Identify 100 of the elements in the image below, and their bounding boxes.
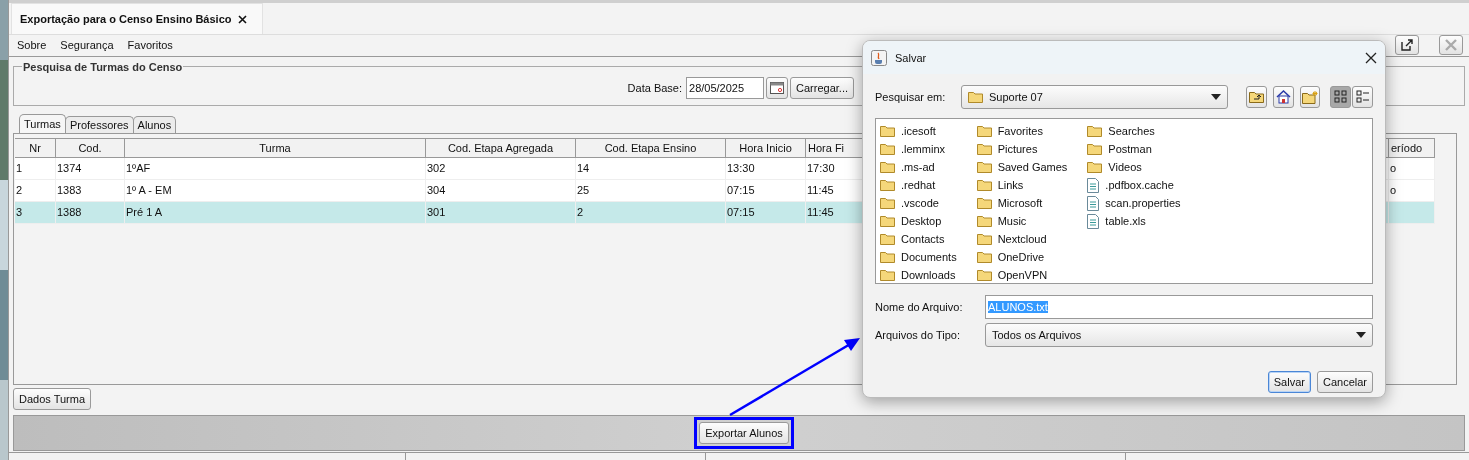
column-header[interactable]: Hora Inicio bbox=[726, 138, 806, 158]
file-list-item[interactable]: Nextcloud bbox=[997, 233, 1047, 245]
file-list-item[interactable]: Documents bbox=[901, 251, 957, 263]
table-cell: 1383 bbox=[57, 184, 82, 197]
file-list-item[interactable]: Saved Games bbox=[997, 161, 1068, 173]
file-list-item[interactable]: .icesoft bbox=[901, 125, 936, 137]
new-folder-button[interactable] bbox=[1299, 86, 1321, 108]
date-label: Data Base: bbox=[627, 82, 683, 94]
column-header[interactable]: Cod. bbox=[56, 138, 125, 158]
column-header[interactable]: Cod. Etapa Ensino bbox=[576, 138, 726, 158]
details-button[interactable]: Dados Turma bbox=[13, 387, 92, 410]
column-header[interactable]: eríodo bbox=[1389, 138, 1435, 158]
table-cell: Pré 1 A bbox=[126, 206, 163, 219]
folder-icon bbox=[880, 251, 895, 263]
table-cell: 2 bbox=[16, 184, 23, 197]
file-list-item[interactable]: Searches bbox=[1108, 125, 1155, 137]
folder-icon bbox=[1087, 161, 1103, 173]
document-tab[interactable]: Exportação para o Censo Ensino Básico bbox=[11, 3, 263, 34]
table-cell: 301 bbox=[427, 206, 446, 219]
tab[interactable]: Professores bbox=[64, 116, 134, 133]
file-type-label: Arquivos do Tipo: bbox=[875, 329, 961, 341]
column-header[interactable]: Nr bbox=[15, 138, 56, 158]
new-folder-icon bbox=[1302, 90, 1319, 104]
file-list-item[interactable]: Favorites bbox=[997, 125, 1043, 137]
file-list-item[interactable]: Pictures bbox=[997, 143, 1038, 155]
file-list-item[interactable]: Postman bbox=[1108, 143, 1152, 155]
file-list-item[interactable]: .redhat bbox=[901, 179, 936, 191]
file-list-item[interactable]: table.xls bbox=[1105, 215, 1146, 227]
grid-icon bbox=[1333, 90, 1348, 104]
file-list-item[interactable]: .ms-ad bbox=[901, 161, 935, 173]
detach-button[interactable] bbox=[1395, 35, 1419, 56]
folder-icon bbox=[880, 269, 895, 281]
up-folder-button[interactable] bbox=[1246, 86, 1267, 108]
table-cell: 25 bbox=[577, 184, 590, 197]
table-cell: 1374 bbox=[57, 162, 82, 175]
tab[interactable]: Alunos bbox=[132, 116, 177, 133]
dialog-button[interactable]: Cancelar bbox=[1316, 371, 1373, 393]
file-list-item[interactable]: Videos bbox=[1108, 161, 1142, 173]
calendar-button[interactable] bbox=[766, 77, 789, 99]
home-button[interactable] bbox=[1272, 86, 1294, 108]
file-icon bbox=[1087, 177, 1100, 193]
look-in-dropdown[interactable]: Suporte 07 bbox=[961, 85, 1229, 109]
table-cell: 1 bbox=[16, 162, 23, 175]
list-icon bbox=[1355, 90, 1370, 104]
table-cell: o bbox=[1390, 184, 1397, 197]
file-list-item[interactable]: OpenVPN bbox=[997, 269, 1048, 281]
table-cell: 304 bbox=[427, 184, 446, 197]
menu-item[interactable]: Favoritos bbox=[127, 39, 173, 52]
column-header[interactable]: Cod. Etapa Agregada bbox=[426, 138, 576, 158]
file-list-item[interactable]: Downloads bbox=[901, 269, 956, 281]
details-view-button[interactable] bbox=[1352, 86, 1374, 108]
file-list-item[interactable]: Desktop bbox=[901, 215, 942, 227]
dialog-title: Salvar bbox=[895, 51, 928, 64]
close-button[interactable] bbox=[1439, 35, 1463, 56]
external-window-icon bbox=[1401, 39, 1413, 52]
folder-icon bbox=[880, 233, 895, 245]
export-button[interactable]: Exportar Alunos bbox=[699, 421, 789, 444]
menu-item[interactable]: Sobre bbox=[17, 39, 47, 52]
dialog-button[interactable]: Salvar bbox=[1267, 371, 1311, 393]
folder-icon bbox=[976, 251, 992, 263]
folder-icon bbox=[880, 161, 895, 173]
close-icon bbox=[1445, 39, 1457, 52]
folder-icon bbox=[880, 143, 895, 155]
table-cell: 1º A - EM bbox=[126, 184, 172, 197]
folder-icon bbox=[976, 233, 992, 245]
file-type-dropdown[interactable]: Todos os Arquivos bbox=[985, 323, 1373, 347]
table-cell: 2 bbox=[577, 206, 584, 219]
table-cell: 1ºAF bbox=[126, 162, 151, 175]
file-list-item[interactable]: OneDrive bbox=[997, 251, 1045, 263]
file-name-label: Nome do Arquivo: bbox=[875, 301, 964, 313]
table-cell: 11:45 bbox=[807, 184, 834, 197]
table-cell: 17:30 bbox=[807, 162, 835, 175]
load-button[interactable]: Carregar... bbox=[790, 77, 854, 99]
tab[interactable]: Turmas bbox=[19, 114, 66, 133]
file-list-item[interactable]: Music bbox=[997, 215, 1027, 227]
file-list-item[interactable]: .lemminx bbox=[901, 143, 945, 155]
folder-icon bbox=[976, 143, 992, 155]
folder-icon bbox=[976, 215, 992, 227]
folder-icon bbox=[880, 215, 895, 227]
file-list-item[interactable]: Links bbox=[997, 179, 1024, 191]
panel-title: Pesquisa de Turmas do Censo bbox=[22, 60, 184, 73]
folder-icon bbox=[1087, 143, 1103, 155]
calendar-icon bbox=[770, 82, 785, 94]
look-in-label: Pesquisar em: bbox=[875, 91, 947, 103]
close-icon[interactable] bbox=[237, 14, 247, 24]
caret-icon bbox=[1211, 94, 1222, 100]
file-list-item[interactable]: .pdfbox.cache bbox=[1105, 179, 1174, 191]
table-cell: o bbox=[1390, 162, 1397, 175]
coffee-cup-icon bbox=[871, 49, 887, 66]
file-icon bbox=[1087, 213, 1100, 229]
menu-item[interactable]: Segurança bbox=[60, 39, 114, 52]
folder-up-icon bbox=[1249, 91, 1264, 103]
file-list-item[interactable]: Contacts bbox=[901, 233, 945, 245]
column-header[interactable]: Turma bbox=[125, 138, 426, 158]
table-cell: 1388 bbox=[57, 206, 82, 219]
caret-icon bbox=[1356, 332, 1366, 338]
folder-icon bbox=[976, 161, 992, 173]
date-field[interactable]: 28/05/2025 bbox=[686, 77, 765, 99]
close-icon[interactable] bbox=[1365, 51, 1377, 64]
list-view-button[interactable] bbox=[1330, 86, 1352, 108]
